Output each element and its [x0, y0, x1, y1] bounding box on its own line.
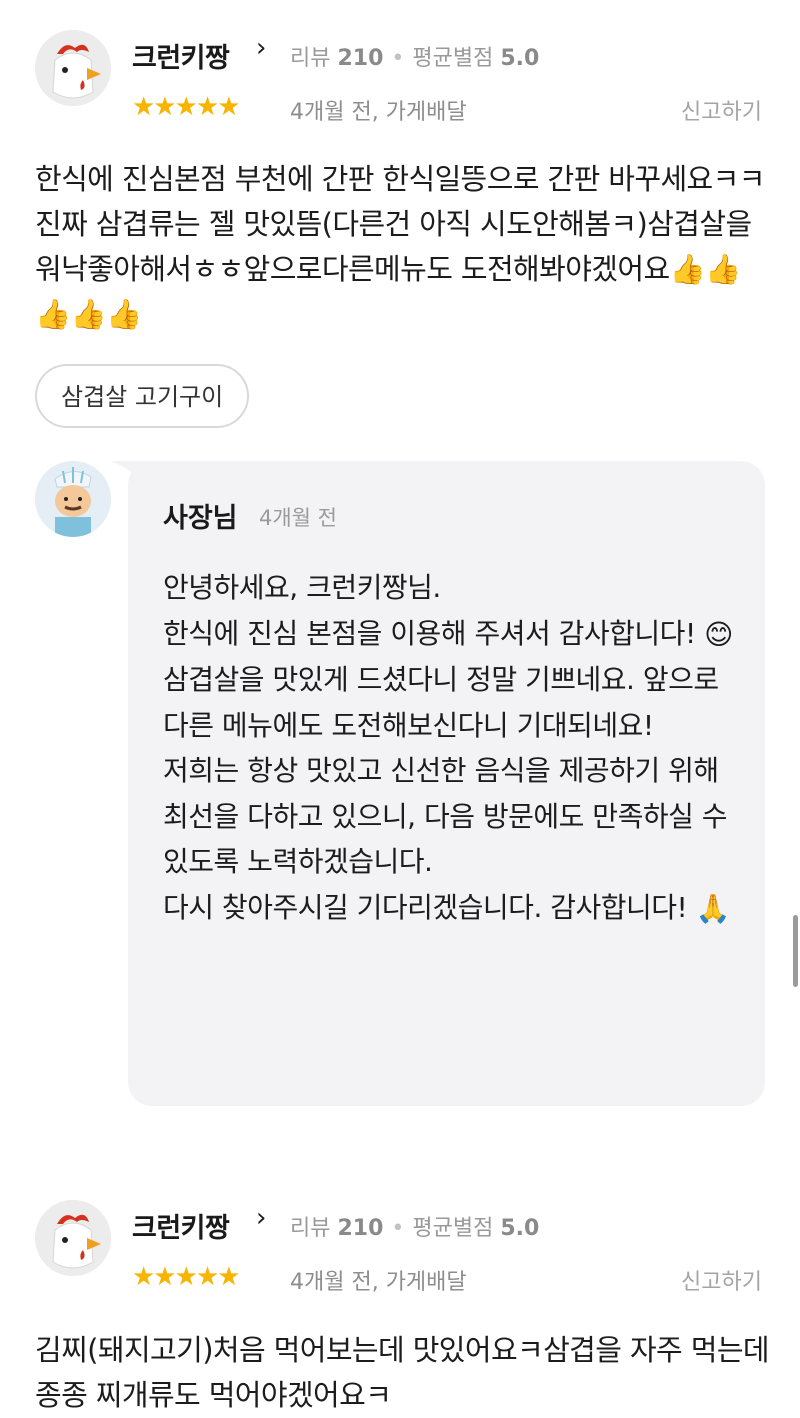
reviewer-avatar[interactable] [35, 30, 111, 106]
reply-line-glad: 삼겹살을 맛있게 드셨다니 정말 기쁘네요. 앞으로 다른 메뉴에도 도전해보신… [163, 663, 719, 742]
reply-line-greeting: 안녕하세요, 크런키짱님. [163, 571, 441, 604]
report-button[interactable]: 신고하기 [681, 94, 762, 126]
scrollbar[interactable] [793, 915, 798, 987]
review-text: 한식에 진심본점 부천에 간판 한식일뜽으로 간판 바꾸세요ㅋㅋ 진짜 삼겹류는… [35, 157, 770, 337]
review-date-type: 4개월 전, 가게배달 [290, 1270, 467, 1295]
reviewer-stats: 리뷰 210 • 평균별점 5.0 [290, 1210, 539, 1242]
chicken-avatar-icon [35, 1200, 111, 1276]
chevron-right-icon[interactable]: › [256, 33, 266, 63]
owner-name: 사장님 [163, 503, 238, 534]
pray-emoji: 🙏 [695, 892, 731, 925]
smile-emoji: 😊 [704, 617, 733, 651]
chicken-avatar-icon [35, 30, 111, 106]
owner-reply-time: 4개월 전 [259, 506, 337, 530]
review-text: 김찌(돼지고기)처음 먹어보는데 맛있어요ㅋ삼겹을 자주 먹는데 종종 찌개류도… [35, 1333, 770, 1412]
owner-reply-text: 안녕하세요, 크런키짱님. 한식에 진심 본점을 이용해 주셔서 감사합니다! … [163, 565, 743, 932]
menu-tag-chip[interactable]: 삼겹살 고기구이 [35, 364, 250, 428]
avg-rating-label: 평균별점 [412, 46, 494, 71]
avg-rating: 5.0 [500, 46, 540, 71]
star-rating: ★★★★★ [132, 92, 241, 122]
star-rating: ★★★★★ [132, 1262, 241, 1292]
avg-rating: 5.0 [500, 1216, 540, 1241]
separator-dot: • [391, 1216, 405, 1241]
report-button[interactable]: 신고하기 [681, 1264, 762, 1296]
reply-line-thanks: 한식에 진심 본점을 이용해 주셔서 감사합니다! [163, 616, 696, 650]
review-count: 210 [337, 1216, 384, 1241]
owner-character-icon [35, 461, 111, 537]
review-count: 210 [337, 46, 384, 71]
review-date-type: 4개월 전, 가게배달 [290, 100, 467, 125]
review-text-content: 한식에 진심본점 부천에 간판 한식일뜽으로 간판 바꾸세요ㅋㅋ 진짜 삼겹류는… [35, 162, 765, 286]
chevron-right-icon[interactable]: › [256, 1203, 266, 1233]
separator-dot: • [391, 46, 405, 71]
review-count-label: 리뷰 [290, 1216, 331, 1241]
owner-avatar [35, 461, 111, 537]
review-count-label: 리뷰 [290, 46, 331, 71]
reply-line-closing: 다시 찾아주시길 기다리겠습니다. 감사합니다! [163, 890, 688, 924]
reviewer-nickname[interactable]: 크런키짱 [132, 36, 230, 75]
reply-line-effort: 저희는 항상 맛있고 신선한 음식을 제공하기 위해 최선을 다하고 있으니, … [163, 754, 728, 879]
reviewer-nickname[interactable]: 크런키짱 [132, 1206, 230, 1245]
avg-rating-label: 평균별점 [412, 1216, 494, 1241]
reviewer-avatar[interactable] [35, 1200, 111, 1276]
reviewer-stats: 리뷰 210 • 평균별점 5.0 [290, 40, 539, 72]
